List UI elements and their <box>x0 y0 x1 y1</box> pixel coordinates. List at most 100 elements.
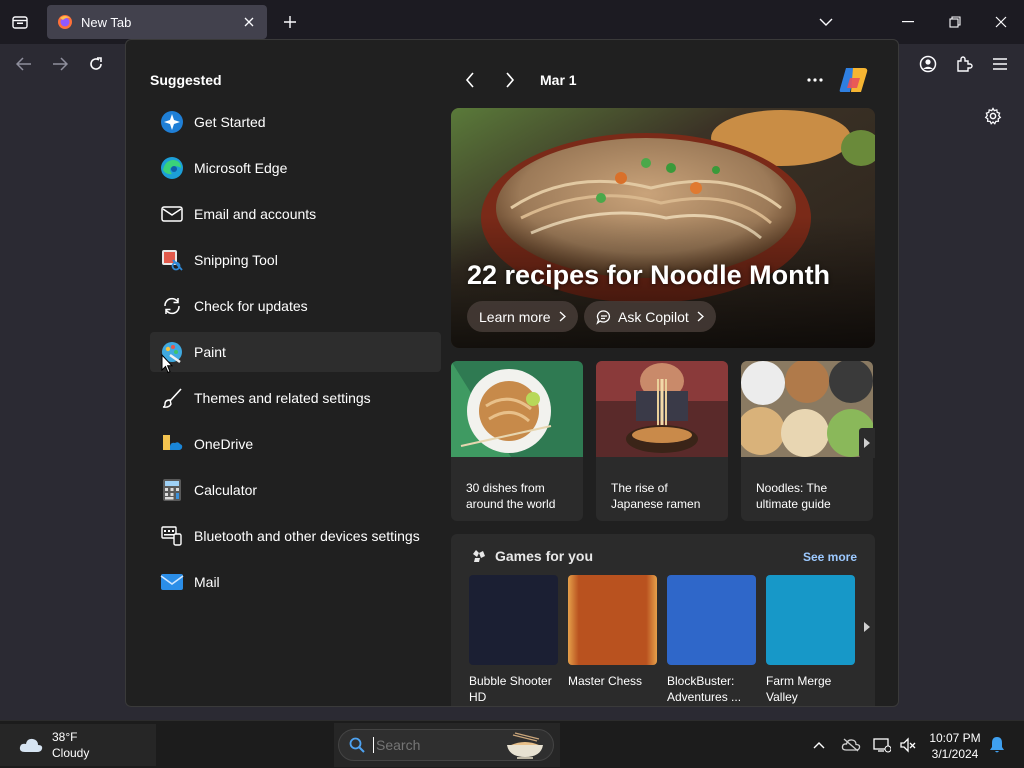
ask-copilot-button[interactable]: Ask Copilot <box>584 301 716 332</box>
game-tile-blockbuster[interactable]: BlockBuster: Adventures ... <box>667 575 756 705</box>
show-hidden-icons-chevron-icon[interactable] <box>809 735 829 755</box>
see-more-link[interactable]: See more <box>803 550 857 564</box>
back-arrow-icon[interactable] <box>12 52 36 76</box>
games-title: Games for you <box>495 548 594 564</box>
tab-close-icon[interactable] <box>241 14 257 30</box>
game-tile-master-chess[interactable]: Master Chess <box>568 575 657 689</box>
suggested-item-email-and-accounts[interactable]: Email and accounts <box>150 194 441 234</box>
suggested-item-label: Email and accounts <box>194 206 317 222</box>
card-caption: 30 dishes from around the world <box>466 481 556 511</box>
forward-arrow-icon[interactable] <box>48 52 72 76</box>
tab-list-icon[interactable] <box>8 10 32 34</box>
suggested-item-check-for-updates[interactable]: Check for updates <box>150 286 441 326</box>
suggested-item-label: Calculator <box>194 482 258 498</box>
card-ramen-image <box>596 361 728 457</box>
card-caption: Noodles: The ultimate guide <box>756 481 831 511</box>
games-scroll-right-icon[interactable] <box>859 612 875 642</box>
suggested-item-mail[interactable]: Mail <box>150 562 441 602</box>
copilot-logo-icon[interactable] <box>838 64 870 96</box>
hero-noodle-card[interactable]: 22 recipes for Noodle Month Learn more A… <box>451 108 875 348</box>
brush-icon <box>160 386 184 410</box>
next-day-chevron-icon[interactable] <box>496 66 524 94</box>
devices-keyboard-icon <box>160 524 184 548</box>
list-all-tabs-chevron-icon[interactable] <box>814 10 838 34</box>
new-tab-plus-icon[interactable] <box>280 12 300 32</box>
notification-bell-icon[interactable] <box>987 735 1007 755</box>
cards-scroll-right-icon[interactable] <box>859 428 875 458</box>
suggested-item-snipping-tool[interactable]: Snipping Tool <box>150 240 441 280</box>
extensions-puzzle-icon[interactable] <box>952 52 976 76</box>
network-monitor-icon[interactable] <box>872 735 892 755</box>
suggested-item-onedrive[interactable]: OneDrive <box>150 424 441 464</box>
suggested-item-get-started[interactable]: Get Started <box>150 102 441 142</box>
minimize-icon[interactable] <box>896 10 920 34</box>
suggested-item-label: OneDrive <box>194 436 254 452</box>
suggested-item-bluetooth-and-other-devices-settings[interactable]: Bluetooth and other devices settings <box>150 516 441 556</box>
game-tile-farm-merge-valley[interactable]: Farm Merge Valley <box>766 575 855 705</box>
start-menu-popup: Suggested Get Started Microsoft Edge Ema… <box>125 39 899 707</box>
page-settings-gear-icon[interactable] <box>982 105 1004 127</box>
restore-icon[interactable] <box>943 10 967 34</box>
game-tile-bubble-shooter[interactable]: Bubble Shooter HD <box>469 575 558 705</box>
mouse-cursor-icon <box>161 353 174 379</box>
suggested-item-themes-and-related-settings[interactable]: Themes and related settings <box>150 378 441 418</box>
suggested-item-calculator[interactable]: Calculator <box>150 470 441 510</box>
game-name: Farm Merge Valley <box>766 674 832 704</box>
card-noodles-image <box>741 361 873 457</box>
card-caption: The rise of Japanese ramen <box>611 481 701 511</box>
news-card-ramen[interactable]: The rise of Japanese ramen <box>596 361 728 521</box>
tab-new-tab[interactable]: New Tab <box>47 5 267 39</box>
envelope-icon <box>160 202 184 226</box>
weather-widget[interactable]: 38°F Cloudy <box>0 724 156 766</box>
refresh-update-icon <box>160 294 184 318</box>
taskbar-clock[interactable]: 10:07 PM 3/1/2024 <box>922 730 988 762</box>
weather-condition: Cloudy <box>52 746 90 760</box>
suggested-item-label: Themes and related settings <box>194 390 371 406</box>
hero-title: 22 recipes for Noodle Month <box>467 260 831 290</box>
news-card-dishes[interactable]: 30 dishes from around the world <box>451 361 583 521</box>
chat-bubble-icon <box>596 309 612 325</box>
more-options-ellipsis-icon[interactable] <box>802 68 828 92</box>
search-icon <box>349 737 365 753</box>
suggested-item-label: Paint <box>194 344 226 360</box>
taskbar-search-box[interactable] <box>338 729 554 761</box>
gamepad-icon <box>471 548 487 564</box>
calculator-icon <box>160 478 184 502</box>
close-window-icon[interactable] <box>989 10 1013 34</box>
games-for-you-section: Games for you See more Bubble Shooter HD… <box>451 534 875 706</box>
game-tile-image <box>667 575 756 665</box>
search-input[interactable] <box>373 737 493 753</box>
suggested-item-label: Microsoft Edge <box>194 160 288 176</box>
onedrive-offline-cloud-icon[interactable] <box>841 735 861 755</box>
game-tile-image <box>469 575 558 665</box>
learn-more-label: Learn more <box>479 308 551 325</box>
noodle-bowl-search-highlight-icon <box>503 731 547 761</box>
weather-text: 38°F Cloudy <box>52 729 89 761</box>
suggested-item-microsoft-edge[interactable]: Microsoft Edge <box>150 148 441 188</box>
edge-icon <box>160 156 184 180</box>
game-name: Bubble Shooter HD <box>469 674 552 704</box>
speaker-muted-icon[interactable] <box>898 735 918 755</box>
feed-date-navigation: Mar 1 <box>456 66 577 94</box>
learn-more-button[interactable]: Learn more <box>467 301 578 332</box>
ask-copilot-label: Ask Copilot <box>618 308 689 325</box>
news-card-noodles-guide[interactable]: Noodles: The ultimate guide <box>741 361 873 521</box>
chevron-right-icon <box>559 309 566 325</box>
snipping-tool-icon <box>160 248 184 272</box>
onedrive-folder-icon <box>160 432 184 456</box>
firefox-icon <box>57 14 73 30</box>
suggested-item-label: Get Started <box>194 114 266 130</box>
previous-day-chevron-icon[interactable] <box>456 66 484 94</box>
card-dishes-image <box>451 361 583 457</box>
game-tile-image <box>568 575 657 665</box>
clock-time: 10:07 PM <box>929 731 981 745</box>
account-icon[interactable] <box>916 52 940 76</box>
suggested-item-label: Check for updates <box>194 298 308 314</box>
game-name: BlockBuster: Adventures ... <box>667 674 742 704</box>
suggested-item-paint[interactable]: Paint <box>150 332 441 372</box>
taskbar-search-area <box>334 723 560 767</box>
reload-icon[interactable] <box>84 52 108 76</box>
hamburger-menu-icon[interactable] <box>988 52 1012 76</box>
chevron-right-icon <box>697 309 704 325</box>
tab-strip: New Tab <box>0 0 1024 44</box>
